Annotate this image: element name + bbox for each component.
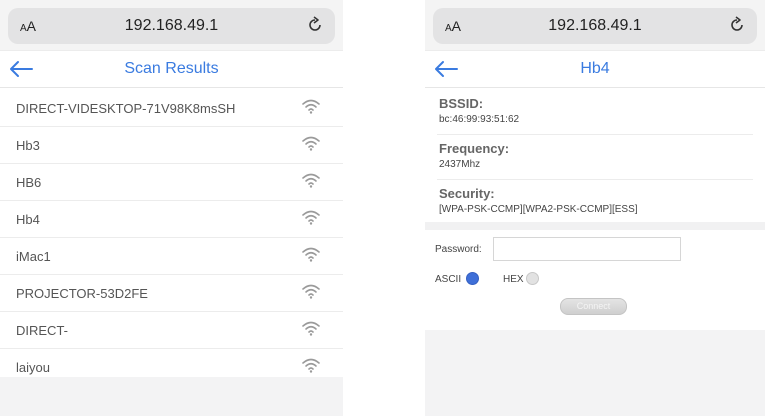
reload-icon[interactable] [727, 15, 747, 35]
security-value: [WPA-PSK-CCMP][WPA2-PSK-CCMP][ESS] [439, 204, 638, 215]
network-ssid: DIRECT- [16, 323, 68, 338]
network-row[interactable]: DIRECT-VIDESKTOP-71V98K8msSH [0, 90, 343, 127]
wifi-signal-icon [302, 358, 320, 373]
network-ssid: laiyou [16, 360, 50, 375]
hex-label: HEX [503, 274, 524, 285]
url-text[interactable]: 192.168.49.1 [8, 17, 335, 35]
bssid-label: BSSID: [439, 96, 484, 111]
page-title: Scan Results [124, 60, 219, 77]
bssid-item: BSSID: bc:46:99:93:51:62 [437, 90, 753, 135]
connect-form: Password: ASCII HEX Connect [425, 230, 765, 322]
section-divider [425, 222, 765, 230]
page-header: Hb4 [425, 50, 765, 88]
reload-icon[interactable] [305, 15, 325, 35]
wifi-signal-icon [302, 99, 320, 114]
network-ssid: PROJECTOR-53D2FE [16, 286, 148, 301]
page-header: Scan Results [0, 50, 343, 88]
wifi-signal-icon [302, 136, 320, 151]
footer-area [425, 330, 765, 416]
wifi-signal-icon [302, 247, 320, 262]
network-row[interactable]: iMac1 [0, 238, 343, 275]
page-title: Hb4 [580, 60, 610, 77]
wifi-signal-icon [302, 321, 320, 336]
footer-area [0, 377, 343, 416]
frequency-value: 2437Mhz [439, 159, 481, 170]
network-list: DIRECT-VIDESKTOP-71V98K8msSH Hb3 HB6 Hb4… [0, 90, 343, 385]
network-row[interactable]: Hb3 [0, 127, 343, 164]
network-row[interactable]: Hb4 [0, 201, 343, 238]
frequency-label: Frequency: [439, 141, 510, 156]
network-ssid: iMac1 [16, 249, 51, 264]
connect-button[interactable]: Connect [560, 298, 627, 315]
frequency-item: Frequency: 2437Mhz [437, 135, 753, 180]
network-details: BSSID: bc:46:99:93:51:62 Frequency: 2437… [425, 90, 765, 222]
network-row[interactable]: PROJECTOR-53D2FE [0, 275, 343, 312]
address-bar[interactable]: AA 192.168.49.1 [433, 8, 757, 44]
network-ssid: DIRECT-VIDESKTOP-71V98K8msSH [16, 101, 236, 116]
ascii-label: ASCII [435, 274, 462, 285]
browser-toolbar: AA 192.168.49.1 [425, 0, 765, 50]
url-text[interactable]: 192.168.49.1 [433, 17, 757, 35]
scan-results-screen: AA 192.168.49.1 Scan Results DIRECT-VIDE… [0, 0, 343, 416]
hex-radio[interactable] [526, 272, 539, 285]
network-ssid: HB6 [16, 175, 42, 190]
ascii-radio[interactable] [466, 272, 479, 285]
network-row[interactable]: HB6 [0, 164, 343, 201]
network-detail-screen: AA 192.168.49.1 Hb4 BSSID: bc:46:99:93:5… [425, 0, 765, 416]
network-row[interactable]: DIRECT- [0, 312, 343, 349]
address-bar[interactable]: AA 192.168.49.1 [8, 8, 335, 44]
security-item: Security: [WPA-PSK-CCMP][WPA2-PSK-CCMP][… [437, 180, 753, 224]
security-label: Security: [439, 186, 495, 201]
password-label: Password: [435, 244, 482, 255]
password-input[interactable] [493, 237, 681, 261]
browser-toolbar: AA 192.168.49.1 [0, 0, 343, 50]
network-ssid: Hb4 [16, 212, 40, 227]
wifi-signal-icon [302, 173, 320, 188]
network-ssid: Hb3 [16, 138, 40, 153]
wifi-signal-icon [302, 284, 320, 299]
wifi-signal-icon [302, 210, 320, 225]
bssid-value: bc:46:99:93:51:62 [439, 114, 520, 125]
